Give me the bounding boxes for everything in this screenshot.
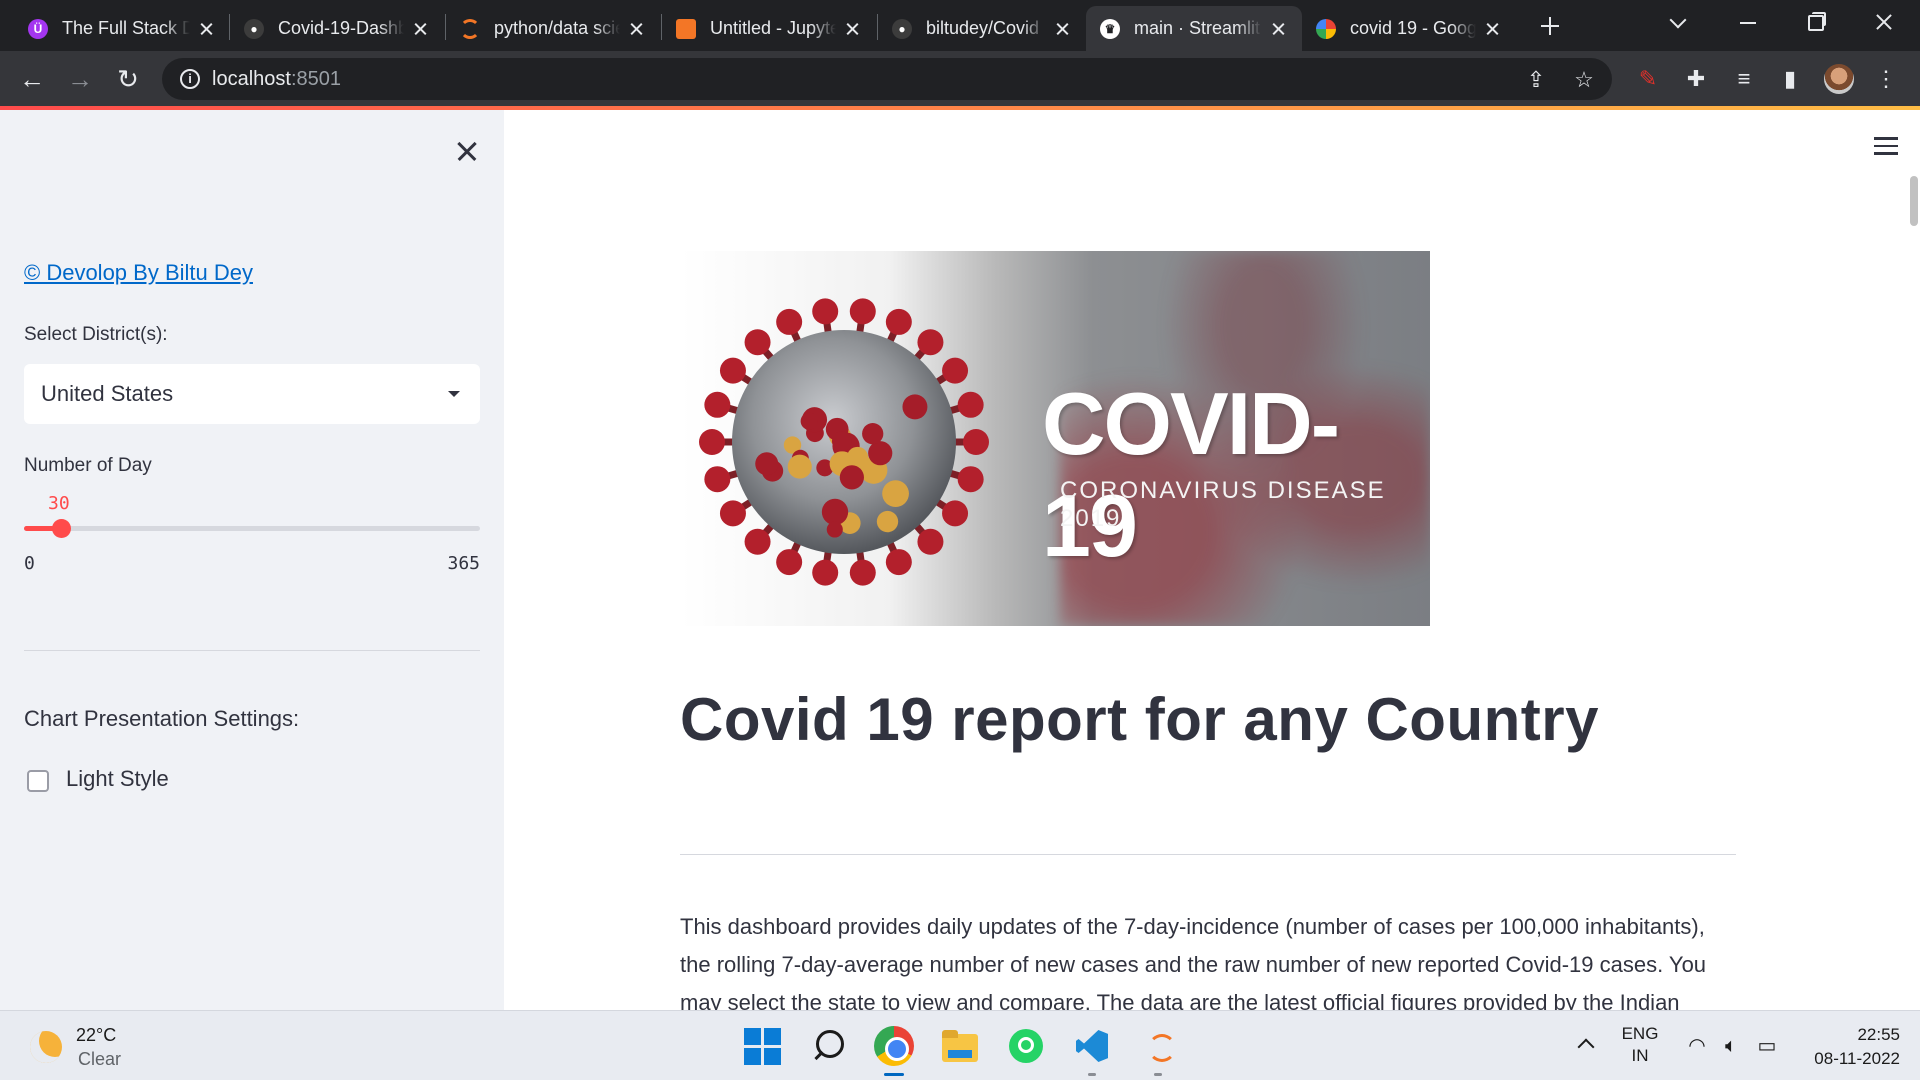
- weather-temperature[interactable]: 22°C: [76, 1025, 116, 1046]
- media-control-icon[interactable]: ≡: [1730, 65, 1758, 93]
- tab-title: The Full Stack Developer: [62, 18, 190, 38]
- tab-google-search[interactable]: covid 19 - Google Search: [1302, 6, 1516, 51]
- moon-weather-icon[interactable]: [30, 1031, 62, 1063]
- sidebar: © Devolop By Biltu Dey Select District(s…: [0, 110, 504, 1010]
- scrollbar[interactable]: [1910, 176, 1918, 226]
- banner-subtitle: CORONAVIRUS DISEASE 2019: [1060, 477, 1386, 532]
- windows-start-icon[interactable]: [742, 1026, 782, 1066]
- url-host: localhost: [212, 68, 291, 90]
- browser-menu-icon[interactable]: ⋮: [1872, 65, 1900, 93]
- tab-title: main · Streamlit: [1134, 18, 1261, 38]
- pen-extension-icon[interactable]: ✎: [1634, 65, 1662, 93]
- clock-time: 22:55: [1857, 1025, 1900, 1044]
- close-tab-icon[interactable]: [1482, 19, 1502, 39]
- url-text: localhost:8501: [212, 68, 341, 91]
- github-icon: ●: [892, 18, 912, 39]
- region-code: IN: [1631, 1046, 1649, 1065]
- page-title: Covid 19 report for any Country: [680, 686, 1599, 753]
- tab-python-data[interactable]: python/data science: [446, 6, 660, 51]
- sidebar-divider: [24, 650, 480, 651]
- tab-title: Covid-19-Dashboard: [278, 18, 404, 38]
- jupyter-icon[interactable]: [1138, 1026, 1178, 1076]
- main-content: COVID-19 CORONAVIRUS DISEASE 2019 Covid …: [504, 110, 1920, 1015]
- tab-untitled-jupyter[interactable]: Untitled - Jupyter: [662, 6, 876, 51]
- close-tab-icon[interactable]: [410, 19, 430, 39]
- credit-link[interactable]: © Devolop By Biltu Dey: [24, 260, 253, 286]
- days-slider-label: Number of Day: [24, 455, 152, 476]
- language-code: ENG: [1621, 1024, 1659, 1043]
- light-style-checkbox[interactable]: [27, 770, 49, 792]
- tab-title: covid 19 - Google Search: [1350, 18, 1476, 38]
- tab-title: biltudey/Covid: [926, 18, 1040, 38]
- browser-toolbar: ← → ↻ i localhost:8501 ⇪ ☆ ✎ ✚ ≡ ▮ ⋮: [0, 51, 1920, 106]
- close-tab-icon[interactable]: [1052, 19, 1072, 39]
- chevron-down-icon: [448, 391, 460, 397]
- banner-title: COVID-19: [1042, 374, 1340, 575]
- reload-icon[interactable]: ↻: [112, 63, 144, 95]
- jupyter-icon: [460, 18, 480, 39]
- url-port: :8501: [290, 68, 341, 90]
- tab-full-stack[interactable]: Ü The Full Stack Developer: [14, 6, 230, 51]
- tab-covid-dashboard[interactable]: ● Covid-19-Dashboard: [230, 6, 444, 51]
- close-tab-icon[interactable]: [1268, 19, 1288, 39]
- address-bar[interactable]: i localhost:8501 ⇪ ☆: [162, 58, 1612, 100]
- new-tab-button[interactable]: [1535, 11, 1565, 41]
- slider-thumb[interactable]: [52, 519, 72, 538]
- side-panel-icon[interactable]: ▮: [1776, 65, 1804, 93]
- light-style-label[interactable]: Light Style: [66, 766, 169, 792]
- site-info-icon[interactable]: i: [180, 69, 200, 89]
- coronavirus-illustration: [699, 298, 989, 586]
- tab-title: python/data science: [494, 18, 620, 38]
- app-menu-icon[interactable]: [1874, 137, 1898, 155]
- battery-icon[interactable]: ▭: [1754, 1033, 1780, 1059]
- clock-date: 08-11-2022: [1814, 1049, 1900, 1068]
- jupyter-book-icon: [676, 18, 696, 39]
- chart-settings-heading: Chart Presentation Settings:: [24, 706, 300, 731]
- clock[interactable]: 22:55 08-11-2022: [1790, 1023, 1900, 1071]
- bookmark-star-icon[interactable]: ☆: [1572, 68, 1596, 92]
- share-icon[interactable]: ⇪: [1524, 68, 1548, 92]
- extensions-puzzle-icon[interactable]: ✚: [1682, 65, 1710, 93]
- close-sidebar-icon[interactable]: [452, 136, 482, 166]
- streamlit-icon: ♛: [1100, 18, 1120, 39]
- forward-icon[interactable]: →: [64, 63, 96, 95]
- intro-paragraph: This dashboard provides daily updates of…: [680, 914, 1707, 1015]
- days-slider-min: 0: [24, 553, 35, 574]
- district-select-label: Select District(s):: [24, 324, 168, 345]
- whatsapp-icon[interactable]: [1006, 1026, 1046, 1066]
- google-icon: [1316, 18, 1336, 39]
- language-indicator[interactable]: ENG IN: [1620, 1023, 1660, 1067]
- tab-title: Untitled - Jupyter: [710, 18, 836, 38]
- content-divider: [680, 854, 1736, 855]
- close-window-button[interactable]: [1856, 0, 1912, 44]
- close-tab-icon[interactable]: [842, 19, 862, 39]
- days-slider-max: 365: [447, 553, 480, 574]
- minimize-button[interactable]: [1720, 0, 1776, 44]
- udemy-icon: Ü: [28, 18, 48, 39]
- covid-banner-image: COVID-19 CORONAVIRUS DISEASE 2019: [680, 251, 1430, 626]
- restore-button[interactable]: [1788, 0, 1844, 44]
- district-select[interactable]: United States: [24, 364, 480, 424]
- search-icon[interactable]: [810, 1026, 850, 1066]
- file-explorer-icon[interactable]: [940, 1026, 980, 1066]
- profile-avatar[interactable]: [1824, 64, 1854, 94]
- chrome-icon[interactable]: [874, 1026, 914, 1076]
- weather-description[interactable]: Clear: [78, 1049, 121, 1070]
- github-icon: ●: [244, 18, 264, 39]
- tab-search-button[interactable]: [1650, 0, 1706, 44]
- volume-icon[interactable]: 🔈︎: [1718, 1033, 1744, 1059]
- browser-tab-strip: Ü The Full Stack Developer ● Covid-19-Da…: [0, 0, 1920, 51]
- chevron-up-icon[interactable]: [1577, 1038, 1595, 1056]
- tab-biltudey-covid[interactable]: ● biltudey/Covid: [878, 6, 1086, 51]
- vscode-icon[interactable]: [1072, 1026, 1112, 1076]
- tab-streamlit-main[interactable]: ♛ main · Streamlit: [1086, 6, 1302, 51]
- windows-taskbar: 22°C Clear ENG IN ◠ 🔈︎ ▭ 22:55 08-11-202…: [0, 1010, 1920, 1080]
- district-select-value: United States: [41, 381, 174, 406]
- close-tab-icon[interactable]: [626, 19, 646, 39]
- days-slider-value: 30: [48, 493, 70, 514]
- close-tab-icon[interactable]: [196, 19, 216, 39]
- wifi-icon[interactable]: ◠: [1684, 1033, 1710, 1059]
- back-icon[interactable]: ←: [16, 63, 48, 95]
- days-slider[interactable]: [24, 519, 480, 538]
